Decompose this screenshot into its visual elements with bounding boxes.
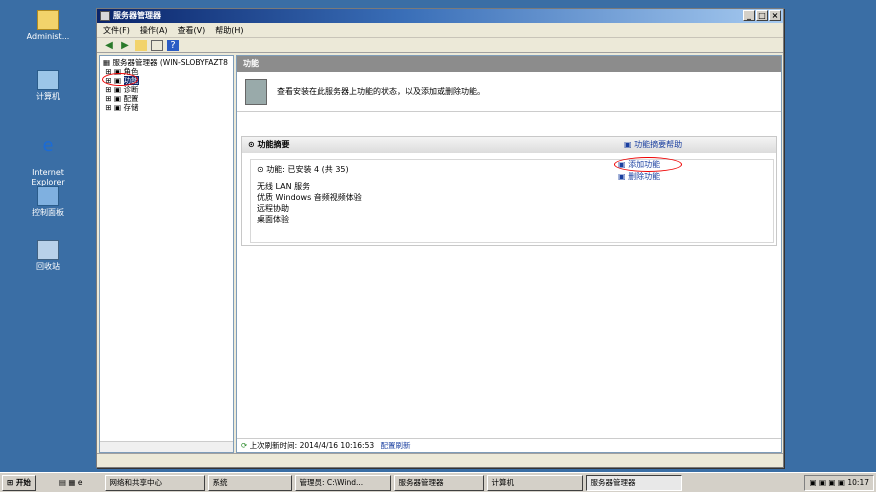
remove-features-link[interactable]: ▣ 删除功能 xyxy=(618,171,660,183)
system-tray[interactable]: ▣ ▣ ▣ ▣ 10:17 xyxy=(804,474,874,491)
summary-title: 功能摘要 xyxy=(257,140,290,149)
start-label: 开始 xyxy=(15,477,31,487)
close-button[interactable]: × xyxy=(769,10,781,21)
task-computer[interactable]: 计算机 xyxy=(487,474,584,491)
menu-file[interactable]: 文件(F) xyxy=(103,25,130,36)
desktop-icon-computer[interactable]: 计算机 xyxy=(4,70,92,102)
task-network-center[interactable]: 网络和共享中心 xyxy=(105,474,206,491)
back-arrow-icon[interactable]: ◀ xyxy=(103,40,115,51)
features-icon xyxy=(245,78,267,105)
collapse-icon[interactable]: ⊙ xyxy=(248,140,258,149)
maximize-button[interactable]: □ xyxy=(756,10,768,21)
forward-arrow-icon[interactable]: ▶ xyxy=(119,40,131,51)
banner-text: 查看安装在此服务器上功能的状态，以及添加或删除功能。 xyxy=(277,87,485,96)
navigation-tree: ▦ 服务器管理器 (WIN-SLOBYFAZT8 ⊞ ▣ 角色 ⊞ ▣ 功能 ⊞… xyxy=(99,55,234,453)
refresh-footer: ⟳ 上次刷新时间: 2014/4/16 10:16:53 配置刷新 xyxy=(237,438,781,452)
tree-root[interactable]: ▦ 服务器管理器 (WIN-SLOBYFAZT8 xyxy=(103,58,230,67)
tree-item-configuration[interactable]: ⊞ ▣ 配置 xyxy=(103,94,230,103)
windows-logo-icon: ⊞ xyxy=(7,477,14,487)
desktop-icon-ie[interactable]: e Internet Explorer xyxy=(4,126,92,188)
features-count-label: 功能: 已安装 4 (共 35) xyxy=(266,165,349,174)
app-icon xyxy=(100,11,110,21)
summary-help-label: 功能摘要帮助 xyxy=(634,140,683,149)
menu-bar: 文件(F) 操作(A) 查看(V) 帮助(H) xyxy=(97,23,783,38)
remove-features-label: 删除功能 xyxy=(628,172,661,181)
clock: 10:17 xyxy=(847,477,869,487)
tree-item-label: 诊断 xyxy=(123,85,139,94)
panel-title: 功能 xyxy=(237,56,781,72)
desktop-icon-label: 回收站 xyxy=(36,262,60,271)
summary-header[interactable]: ⊙ 功能摘要 ▣ 功能摘要帮助 xyxy=(242,137,776,153)
menu-help[interactable]: 帮助(H) xyxy=(215,25,243,36)
title-bar[interactable]: 服务器管理器 _ □ × xyxy=(97,9,783,23)
tree-item-storage[interactable]: ⊞ ▣ 存储 xyxy=(103,103,230,112)
task-server-manager[interactable]: 服务器管理器 xyxy=(394,474,485,491)
folder-icon xyxy=(37,10,59,30)
feature-item: 桌面体验 xyxy=(257,215,289,224)
window-title: 服务器管理器 xyxy=(113,11,161,20)
summary-help-link[interactable]: ▣ 功能摘要帮助 xyxy=(624,137,682,153)
menu-view[interactable]: 查看(V) xyxy=(178,25,206,36)
up-folder-icon[interactable] xyxy=(135,39,147,51)
recycle-bin-icon xyxy=(37,240,59,260)
remove-icon: ▣ xyxy=(618,172,629,181)
feature-item: 无线 LAN 服务 xyxy=(257,182,311,191)
feature-item: 优质 Windows 音频视频体验 xyxy=(257,193,362,202)
computer-icon xyxy=(37,70,59,90)
taskbar: ⊞ 开始 ▤ ▦ e 网络和共享中心 系统 管理员: C:\Wind... 服务… xyxy=(0,472,876,492)
features-count: ⊙ 功能: 已安装 4 (共 35) xyxy=(257,165,349,174)
task-cmd[interactable]: 管理员: C:\Wind... xyxy=(295,474,392,491)
help-icon[interactable]: ? xyxy=(167,39,179,51)
help-icon: ▣ xyxy=(624,140,635,149)
highlight-circle xyxy=(614,157,682,172)
desktop-icon-recycle-bin[interactable]: 回收站 xyxy=(4,240,92,272)
tree-root-label: 服务器管理器 (WIN-SLOBYFAZT8 xyxy=(112,58,228,67)
refresh-text: 上次刷新时间: 2014/4/16 10:16:53 xyxy=(249,441,375,450)
features-summary-section: ⊙ 功能摘要 ▣ 功能摘要帮助 ⊙ 功能: 已安装 4 (共 35) 无线 LA… xyxy=(241,136,777,246)
tree-item-diagnostics[interactable]: ⊞ ▣ 诊断 xyxy=(103,85,230,94)
minimize-button[interactable]: _ xyxy=(743,10,755,21)
highlight-circle xyxy=(102,73,138,86)
desktop-icon-control-panel[interactable]: 控制面板 xyxy=(4,186,92,218)
task-server-manager-active[interactable]: 服务器管理器 xyxy=(586,474,683,491)
feature-item: 远程协助 xyxy=(257,204,289,213)
tray-icons[interactable]: ▣ ▣ ▣ ▣ xyxy=(809,478,847,487)
desktop-icon-label: Administ... xyxy=(26,32,70,41)
desktop-icon-label: Internet Explorer xyxy=(31,168,65,187)
start-button[interactable]: ⊞ 开始 xyxy=(2,474,36,491)
horizontal-scrollbar[interactable] xyxy=(100,441,233,452)
server-manager-window: 服务器管理器 _ □ × 文件(F) 操作(A) 查看(V) 帮助(H) ◀ ▶… xyxy=(96,8,784,468)
desktop-icon-label: 控制面板 xyxy=(32,208,64,217)
desktop-icon-administrator[interactable]: Administ... xyxy=(4,10,92,42)
ie-icon: e xyxy=(42,135,54,156)
show-hide-tree-icon[interactable] xyxy=(151,39,163,51)
desktop-icon-label: 计算机 xyxy=(36,92,60,101)
tree-item-label: 配置 xyxy=(123,94,139,103)
status-bar xyxy=(97,453,783,467)
control-panel-icon xyxy=(37,186,59,206)
features-box: ⊙ 功能: 已安装 4 (共 35) 无线 LAN 服务 优质 Windows … xyxy=(250,159,774,243)
quick-launch[interactable]: ▤ ▦ e xyxy=(39,475,103,491)
tree-item-label: 存储 xyxy=(123,103,139,112)
task-system[interactable]: 系统 xyxy=(208,474,293,491)
configure-refresh-link[interactable]: 配置刷新 xyxy=(381,441,411,450)
toolbar: ◀ ▶ ? xyxy=(97,38,783,53)
content-panel: 功能 查看安装在此服务器上功能的状态，以及添加或删除功能。 ⊙ 功能摘要 ▣ 功… xyxy=(236,55,782,453)
panel-banner: 查看安装在此服务器上功能的状态，以及添加或删除功能。 xyxy=(237,72,781,112)
refresh-icon[interactable]: ⟳ xyxy=(241,441,250,450)
menu-action[interactable]: 操作(A) xyxy=(140,25,168,36)
